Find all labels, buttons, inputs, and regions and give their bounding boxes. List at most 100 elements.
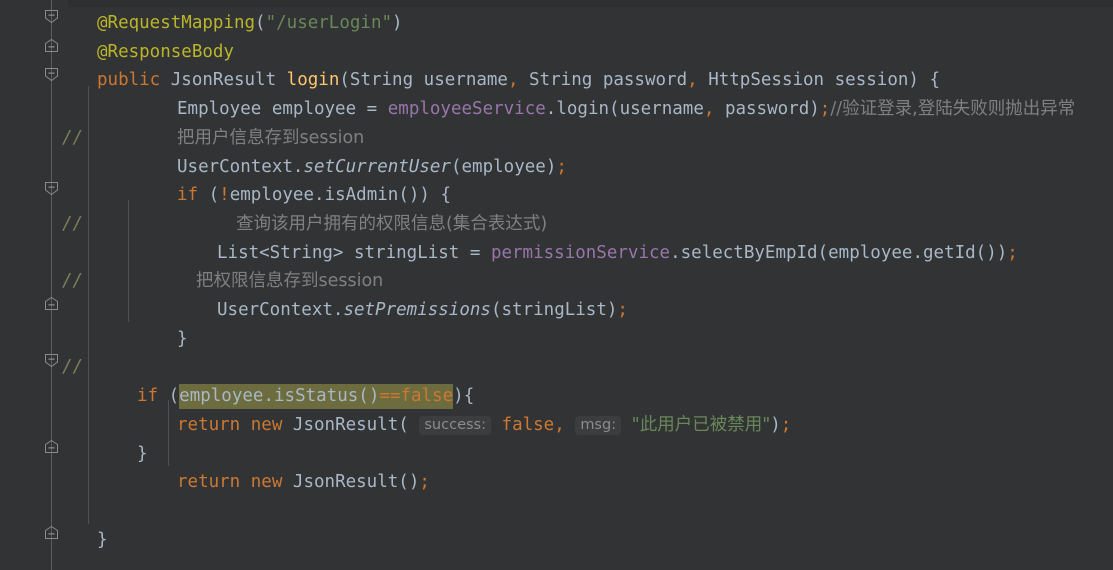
punctuation: ( [817, 242, 829, 263]
code-line[interactable]: if (!employee.isAdmin()) { [0, 179, 1113, 208]
brace-token: { [918, 70, 941, 91]
method-token: login [286, 70, 340, 91]
type-token: String [349, 70, 414, 91]
keyword-token: new [250, 472, 283, 493]
brace-token: { [429, 185, 451, 206]
punctuation: ()) [975, 242, 1008, 263]
punctuation: , [554, 414, 565, 435]
keyword-token: return [177, 414, 241, 435]
brace-token: { [463, 386, 475, 407]
code-line[interactable]: List<String> stringList = permissionServ… [0, 237, 1113, 266]
type-token: String [529, 70, 593, 91]
brace-token: } [97, 529, 108, 550]
punctuation: ) [908, 70, 919, 91]
punctuation: . [670, 242, 681, 263]
static-method-token: setPremissions [343, 300, 491, 320]
code-line[interactable]: 查询该用户拥有的权限信息(集合表达式) [0, 208, 1113, 237]
type-token: Employee [177, 99, 262, 120]
punctuation: ; [419, 472, 430, 493]
code-line[interactable]: 把权限信息存到session [0, 265, 1113, 294]
code-line-blank[interactable] [0, 495, 1113, 524]
operator: = [459, 242, 491, 263]
code-line[interactable]: Employee employee = employeeService.logi… [0, 93, 1113, 122]
keyword-token: if [137, 386, 159, 407]
method-token: selectByEmpId [680, 242, 818, 263]
type-token: UserContext [217, 300, 333, 320]
punctuation: () [358, 386, 380, 407]
code-line[interactable]: @ResponseBody [0, 36, 1113, 65]
annotation-token: @RequestMapping [97, 13, 256, 33]
static-method-token: setCurrentUser [303, 156, 451, 177]
variable-token: employee [179, 386, 264, 407]
keyword-token: if [177, 185, 199, 206]
method-token: isStatus [274, 386, 359, 407]
code-surface[interactable]: @RequestMapping("/userLogin") @ResponseB… [0, 0, 1113, 570]
keyword-token: public [97, 70, 161, 91]
comment-token: 把权限信息存到session [196, 271, 384, 292]
code-line[interactable]: return new JsonResult(); [0, 466, 1113, 495]
type-token: HttpSession [708, 70, 825, 91]
code-line[interactable]: return new JsonResult( success: false, m… [0, 409, 1113, 438]
arg-token: password [724, 99, 810, 120]
comment-token: 把用户信息存到session [177, 127, 365, 148]
variable-token: stringList [353, 242, 460, 263]
punctuation: , [687, 70, 709, 91]
punctuation: ) [606, 300, 618, 320]
parameter-hint-success[interactable]: success: [419, 415, 491, 435]
comment-token: //验证登录,登陆失败则抛出异常 [830, 99, 1076, 120]
type-token: List<String> [217, 242, 344, 263]
code-line[interactable]: UserContext.setPremissions(stringList); [0, 294, 1113, 323]
field-token: employeeService [387, 99, 546, 120]
punctuation: . [292, 156, 304, 177]
code-line[interactable]: @RequestMapping("/userLogin") [0, 7, 1113, 36]
brace-token: } [137, 443, 148, 464]
code-line-blank[interactable] [0, 351, 1113, 380]
keyword-token: new [250, 414, 283, 435]
string-token: "此用户已被禁用" [631, 414, 771, 435]
punctuation: ( [490, 300, 502, 320]
type-token: UserContext [177, 156, 293, 177]
method-token: isAdmin [324, 185, 399, 206]
punctuation: ( [158, 386, 180, 407]
parameter-hint-msg[interactable]: msg: [575, 415, 622, 435]
keyword-token: return [177, 472, 241, 493]
code-line[interactable]: } [0, 323, 1113, 352]
arg-token: employee [461, 156, 546, 177]
punctuation: ) [545, 156, 557, 177]
annotation-token: @ResponseBody [97, 41, 234, 62]
operator: ! [219, 185, 230, 206]
variable-token: employee [229, 185, 314, 206]
keyword-token: false [400, 386, 454, 407]
punctuation: ( [398, 414, 409, 435]
punctuation: . [912, 242, 923, 263]
keyword-token: false [501, 414, 555, 435]
code-line[interactable]: } [0, 524, 1113, 553]
code-line[interactable]: if (employee.isStatus()==false){ [0, 380, 1113, 410]
punctuation: ; [780, 414, 792, 435]
punctuation: . [332, 300, 344, 320]
punctuation: ; [1007, 242, 1018, 263]
code-line[interactable]: } [0, 438, 1113, 467]
comment-token: 查询该用户拥有的权限信息(集合表达式) [236, 213, 548, 234]
param-token: session [834, 70, 909, 91]
method-token: login [556, 99, 610, 120]
code-line[interactable]: public JsonResult login(String username,… [0, 64, 1113, 93]
field-token: permissionService [490, 242, 671, 263]
code-line[interactable]: UserContext.setCurrentUser(employee); [0, 151, 1113, 180]
code-editor[interactable]: // // // // @RequestMapping("/userLogin"… [0, 0, 1113, 570]
punctuation: ) [392, 13, 403, 33]
punctuation: ( [450, 156, 462, 177]
selection-highlight[interactable]: employee.isStatus()==false [179, 384, 454, 410]
punctuation: ( [255, 13, 266, 33]
operator: = [356, 99, 388, 120]
brace-token: } [177, 328, 188, 349]
code-line[interactable]: 把用户信息存到session [0, 122, 1113, 151]
punctuation: ; [617, 300, 628, 320]
arg-token: stringList [501, 300, 607, 320]
punctuation: ( [198, 185, 220, 206]
punctuation: . [545, 99, 557, 120]
type-token: JsonResult [170, 70, 277, 91]
param-token: password [602, 70, 688, 91]
punctuation: ) [770, 414, 781, 435]
param-token: username [423, 70, 508, 91]
